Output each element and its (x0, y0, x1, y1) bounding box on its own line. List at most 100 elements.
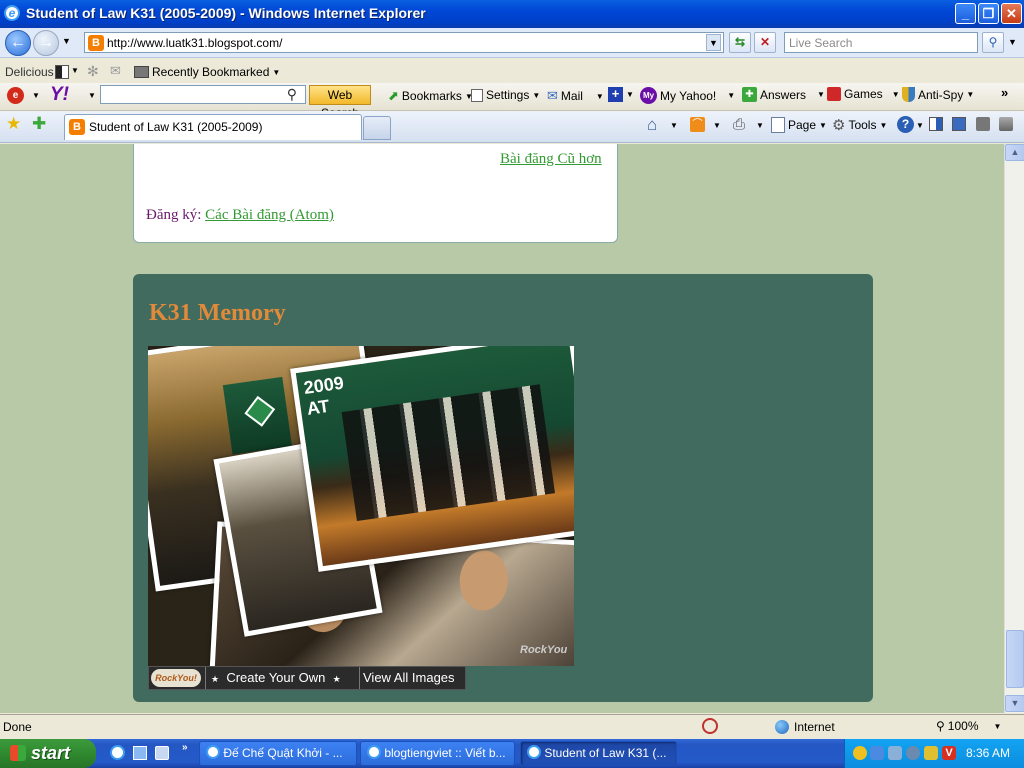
help-icon[interactable]: ? (897, 116, 914, 133)
home-icon[interactable]: ⌂ (647, 115, 657, 135)
yahoo-dropdown-icon[interactable]: ▼ (88, 91, 96, 100)
close-button[interactable]: ✕ (1001, 3, 1022, 24)
older-posts-link[interactable]: Bài đăng Cũ hơn (500, 151, 602, 168)
create-your-own-label: Create Your Own (226, 670, 326, 685)
mail-button[interactable]: ✉ Mail ▼ (547, 88, 604, 104)
quicklaunch-overflow-icon[interactable]: » (182, 742, 188, 753)
history-dropdown-icon[interactable]: ▼ (62, 36, 71, 46)
feeds-icon[interactable]: ⌒ (690, 117, 705, 132)
recently-bookmarked-button[interactable]: Recently Bookmarked ▼ (134, 65, 280, 79)
create-your-own-link[interactable]: ★ Create Your Own ★ (211, 670, 341, 685)
settings-button[interactable]: Settings ▼ (471, 88, 540, 102)
yahoo-logo-icon[interactable]: Y! (50, 84, 69, 106)
favorites-star-icon[interactable]: ★ (6, 114, 21, 134)
page-menu-label: Page (788, 118, 817, 132)
globe-icon (775, 720, 789, 734)
archive-icon[interactable] (976, 117, 990, 131)
vertical-scrollbar[interactable]: ▲ ▼ (1004, 144, 1024, 713)
view-all-images-link[interactable]: View All Images (363, 670, 455, 685)
address-field[interactable]: B http://www.luatk31.blogspot.com/ ▼ (84, 32, 724, 53)
print-dropdown-icon[interactable]: ▼ (756, 121, 764, 130)
tools-extra-icon[interactable] (999, 117, 1013, 131)
network-icon[interactable]: ✻ (87, 63, 99, 80)
stop-icon[interactable]: ✕ (754, 32, 776, 53)
back-button[interactable]: ← (5, 30, 31, 56)
start-button[interactable]: start (0, 739, 96, 768)
anti-spy-button[interactable]: Anti-Spy ▼ (902, 87, 974, 102)
chevron-down-icon: ▼ (891, 89, 900, 99)
add-favorite-icon[interactable]: ✚ (32, 114, 46, 134)
tab-student-of-law[interactable]: B Student of Law K31 (2005-2009) (64, 114, 362, 140)
print-icon[interactable]: ⎙ (733, 116, 745, 133)
task-de-che-quat-khoi[interactable]: Đế Chế Quật Khởi - ... (199, 741, 357, 766)
quicklaunch-desktop-icon[interactable] (155, 746, 169, 760)
toolbar-menu-dropdown-icon[interactable]: ▼ (32, 91, 40, 100)
live-search-input[interactable]: Live Search (784, 32, 978, 53)
answers-button[interactable]: ✚ Answers ▼ (742, 87, 825, 102)
delicious-label[interactable]: Delicious (5, 65, 54, 79)
search-icon[interactable]: ⚲ (982, 32, 1004, 53)
rockyou-logo[interactable]: RockYou! (151, 669, 201, 687)
start-label: start (31, 743, 71, 763)
games-button[interactable]: Games ▼ (827, 87, 900, 101)
tools-menu-button[interactable]: ⚙ Tools ▼ (832, 116, 887, 134)
research-icon[interactable] (929, 117, 943, 131)
chevron-down-icon: ▼ (626, 90, 634, 99)
anti-spy-label: Anti-Spy (918, 87, 964, 102)
security-zone[interactable]: Internet (794, 720, 835, 734)
games-icon (827, 87, 841, 101)
refresh-icon[interactable]: ⇆ (729, 32, 751, 53)
messenger-icon[interactable] (952, 117, 966, 131)
restore-button[interactable]: ❐ (978, 3, 999, 24)
home-dropdown-icon[interactable]: ▼ (670, 121, 678, 130)
games-label: Games (844, 87, 883, 101)
subscribe-label: Đăng ký: (146, 207, 202, 223)
atom-feed-link[interactable]: Các Bài đăng (Atom) (205, 207, 334, 223)
delicious-dropdown-icon[interactable]: ▼ (71, 66, 79, 75)
ie-logo-icon: e (4, 5, 20, 21)
scroll-down-icon[interactable]: ▼ (1005, 695, 1024, 712)
page-icon (771, 117, 785, 133)
web-search-button[interactable]: Web Search (309, 85, 371, 120)
address-dropdown-icon[interactable]: ▼ (706, 34, 721, 51)
new-tab-button[interactable] (363, 116, 391, 140)
task-blogtiengviet[interactable]: blogtiengviet :: Viết b... (360, 741, 515, 766)
toolbar-menu-icon[interactable]: e (7, 87, 24, 104)
delicious-tag-icon[interactable] (55, 65, 69, 79)
search-options-icon[interactable]: ▼ (1008, 37, 1017, 47)
slideshow-controls: RockYou! ★ Create Your Own ★ View All Im… (148, 666, 466, 690)
chevron-down-icon: ▼ (993, 721, 1002, 731)
toolbar-overflow-icon[interactable]: » (1001, 85, 1008, 100)
chevron-down-icon: ▼ (966, 90, 975, 99)
magnifier-icon[interactable]: ⚲ (287, 86, 297, 103)
network-tray-icon[interactable] (870, 746, 884, 760)
feeds-dropdown-icon[interactable]: ▼ (713, 121, 721, 130)
emoticon-tray-icon[interactable] (853, 746, 867, 760)
bookmarks-icon: ⬈ (388, 88, 399, 103)
minimize-button[interactable]: _ (955, 3, 976, 24)
bookmarks-button[interactable]: ⬈ Bookmarks ▼ (388, 88, 473, 104)
yahoo-search-input[interactable]: ⚲ (100, 85, 306, 104)
my-yahoo-icon: My (640, 87, 657, 104)
antivirus-tray-icon[interactable]: V (942, 746, 956, 760)
envelope-icon[interactable]: ✉ (110, 63, 121, 79)
zoom-button[interactable]: ⚲ 100% ▼ (936, 719, 1001, 733)
popup-blocker-icon[interactable] (702, 718, 718, 734)
zoom-icon: ⚲ (936, 719, 945, 733)
help-dropdown-icon[interactable]: ▼ (916, 121, 924, 130)
photo-slideshow[interactable]: 2009 AT RockYou (148, 346, 574, 666)
my-yahoo-button[interactable]: My My Yahoo! ▼ (640, 87, 735, 104)
security-tray-icon[interactable] (924, 746, 938, 760)
volume-tray-icon[interactable] (906, 746, 920, 760)
live-search-placeholder: Live Search (789, 36, 853, 50)
quicklaunch-ie-icon[interactable] (110, 745, 125, 760)
add-button[interactable]: + ▼ (608, 87, 634, 102)
scroll-up-icon[interactable]: ▲ (1005, 144, 1024, 161)
forward-button[interactable]: → (33, 30, 59, 56)
messenger-tray-icon[interactable] (888, 746, 902, 760)
scroll-thumb[interactable] (1006, 630, 1024, 688)
page-menu-button[interactable]: Page ▼ (771, 117, 827, 133)
tab-label: Student of Law K31 (2005-2009) (89, 120, 263, 134)
task-student-of-law[interactable]: Student of Law K31 (... (520, 741, 677, 766)
quicklaunch-explorer-icon[interactable] (133, 746, 147, 760)
